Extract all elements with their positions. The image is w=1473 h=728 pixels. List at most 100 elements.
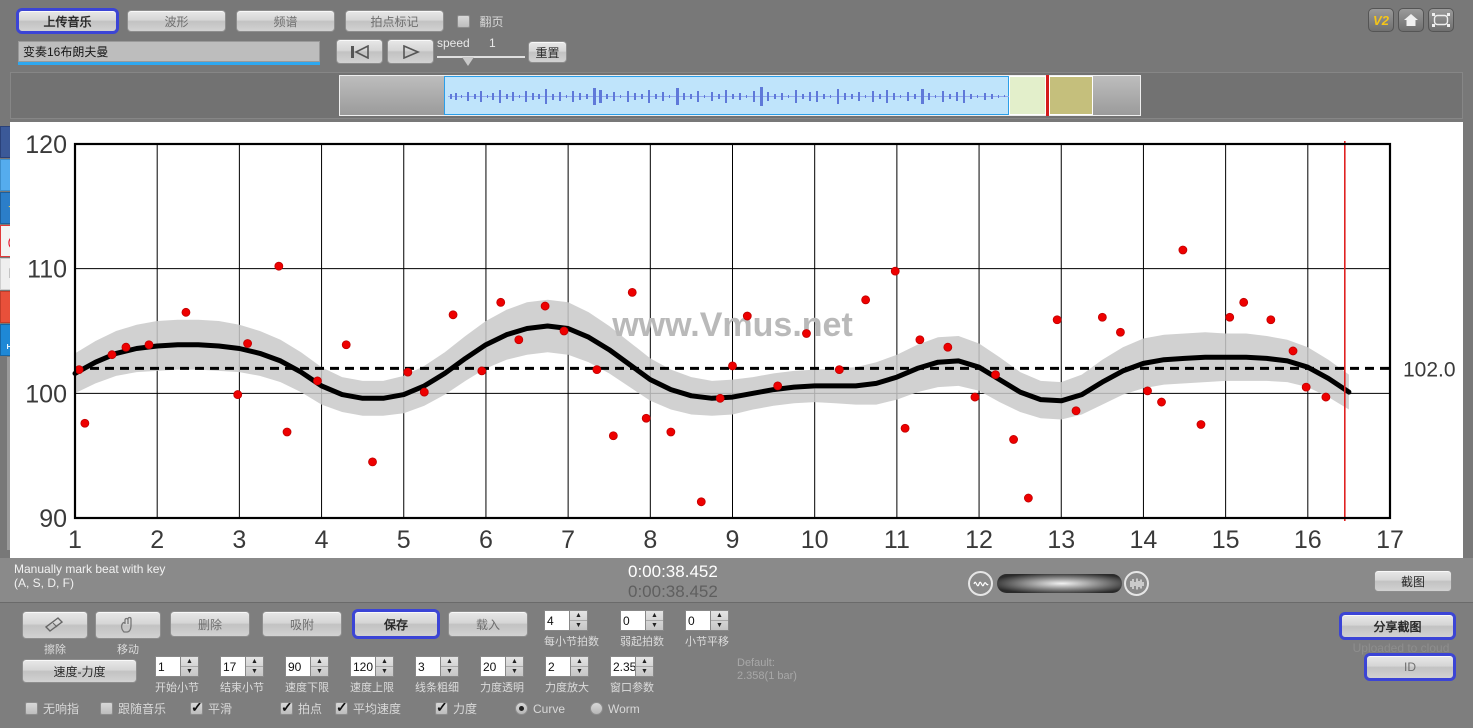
spin-down-icon[interactable]: ▼ <box>506 667 523 676</box>
spin-up-icon[interactable]: ▲ <box>246 657 263 667</box>
spin-down-icon[interactable]: ▼ <box>441 667 458 676</box>
move-tool[interactable]: 移动 <box>95 611 161 657</box>
spin-down-icon[interactable]: ▼ <box>181 667 198 676</box>
beat-point-27[interactable] <box>715 393 725 403</box>
beat-point-43[interactable] <box>1071 406 1081 416</box>
beat-point-17[interactable] <box>496 297 506 307</box>
beat-point-2[interactable] <box>107 350 117 360</box>
range-spinner-4[interactable]: ▲▼ <box>415 656 459 677</box>
beat-point-45[interactable] <box>1116 327 1125 337</box>
measure-spinner-0[interactable]: ▲▼ <box>544 610 588 631</box>
beat-point-40[interactable] <box>1009 435 1018 444</box>
tempo-dynamics-button[interactable]: 速度-力度 <box>22 659 137 683</box>
spin-up-icon[interactable]: ▲ <box>181 657 198 667</box>
erase-button[interactable] <box>22 611 88 639</box>
beat-point-47[interactable] <box>1157 397 1166 407</box>
filename-input[interactable] <box>18 41 320 62</box>
screenshot-button[interactable]: 截图 <box>1374 570 1452 592</box>
move-button[interactable] <box>95 611 161 639</box>
range-arrows-6[interactable]: ▲ ▼ <box>570 656 589 677</box>
option-checkbox-2[interactable] <box>190 700 203 716</box>
beat-point-22[interactable] <box>608 431 618 441</box>
spin-up-icon[interactable]: ▲ <box>636 657 653 667</box>
spin-up-icon[interactable]: ▲ <box>376 657 393 667</box>
display-mode-0[interactable]: Curve <box>515 700 565 718</box>
beat-point-34[interactable] <box>890 266 900 276</box>
beat-point-23[interactable] <box>627 287 637 297</box>
beat-point-19[interactable] <box>540 301 550 311</box>
beat-point-50[interactable] <box>1225 312 1235 322</box>
beat-point-15[interactable] <box>448 310 458 320</box>
erase-tool[interactable]: 擦除 <box>22 611 88 657</box>
beat-point-9[interactable] <box>282 427 292 437</box>
tempo-chart[interactable]: 102.0www.Vmus.net901001101201 2 3 4 5 6 7 8 9 10 1… <box>10 122 1463 558</box>
range-arrows-4[interactable]: ▲ ▼ <box>440 656 459 677</box>
beat-point-31[interactable] <box>802 329 811 338</box>
spin-down-icon[interactable]: ▼ <box>646 621 663 630</box>
beat-point-37[interactable] <box>943 342 953 352</box>
volume-control[interactable] <box>968 571 1149 597</box>
option-0[interactable]: 无响指 <box>25 700 79 718</box>
measure-arrows-0[interactable]: ▲ ▼ <box>569 610 588 631</box>
spin-up-icon[interactable]: ▲ <box>311 657 328 667</box>
range-arrows-7[interactable]: ▲ ▼ <box>635 656 654 677</box>
beat-point-29[interactable] <box>742 311 752 321</box>
display-mode-radio-1[interactable] <box>590 702 603 716</box>
beat-point-0[interactable] <box>74 365 84 375</box>
option-checkbox-3[interactable] <box>280 700 293 716</box>
beat-point-52[interactable] <box>1266 315 1276 325</box>
range-spinner-2[interactable]: ▲▼ <box>285 656 329 677</box>
option-checkbox-5[interactable] <box>435 700 448 716</box>
spin-down-icon[interactable]: ▼ <box>571 667 588 676</box>
waveform-strip[interactable] <box>10 72 1463 119</box>
beat-point-53[interactable] <box>1288 346 1298 356</box>
beat-point-14[interactable] <box>419 387 429 397</box>
delete-button[interactable]: 删除 <box>170 611 250 637</box>
beat-point-33[interactable] <box>861 295 871 305</box>
range-arrows-0[interactable]: ▲ ▼ <box>180 656 199 677</box>
option-checkbox-1[interactable] <box>100 702 113 716</box>
beat-point-32[interactable] <box>834 365 844 375</box>
option-2[interactable]: 平滑 <box>190 700 232 718</box>
range-arrows-1[interactable]: ▲ ▼ <box>245 656 264 677</box>
measure-spinner-2[interactable]: ▲▼ <box>685 610 729 631</box>
display-mode-radio-0[interactable] <box>515 702 528 716</box>
range-spinner-5[interactable]: ▲▼ <box>480 656 524 677</box>
speed-slider-track[interactable] <box>437 56 525 58</box>
waveform-button[interactable]: 波形 <box>127 10 226 32</box>
waveform-track[interactable] <box>339 75 1141 116</box>
spin-up-icon[interactable]: ▲ <box>506 657 523 667</box>
beat-point-8[interactable] <box>274 261 284 271</box>
beat-point-16[interactable] <box>477 366 487 376</box>
page-turn-checkbox[interactable] <box>457 15 470 29</box>
rewind-button[interactable] <box>336 39 383 64</box>
range-arrows-3[interactable]: ▲ ▼ <box>375 656 394 677</box>
beat-point-24[interactable] <box>641 413 651 423</box>
beat-point-30[interactable] <box>773 381 783 391</box>
spin-up-icon[interactable]: ▲ <box>646 611 663 621</box>
range-spinner-1[interactable]: ▲▼ <box>220 656 264 677</box>
volume-min-icon[interactable] <box>968 571 993 596</box>
volume-slider-track[interactable] <box>997 574 1122 593</box>
reset-button[interactable]: 重置 <box>528 41 567 63</box>
load-button[interactable]: 载入 <box>448 611 528 637</box>
option-4[interactable]: 平均速度 <box>335 700 401 718</box>
beat-point-18[interactable] <box>514 335 524 345</box>
beat-point-54[interactable] <box>1301 382 1311 392</box>
save-button[interactable]: 保存 <box>352 609 440 639</box>
beat-point-10[interactable] <box>313 376 322 386</box>
beat-point-3[interactable] <box>121 342 131 352</box>
beat-point-51[interactable] <box>1239 297 1249 307</box>
spin-up-icon[interactable]: ▲ <box>571 657 588 667</box>
beat-point-36[interactable] <box>915 335 925 345</box>
snap-button[interactable]: 吸附 <box>262 611 342 637</box>
beat-point-21[interactable] <box>592 365 602 375</box>
beat-point-38[interactable] <box>970 392 980 402</box>
share-screenshot-button[interactable]: 分享截图 <box>1339 612 1456 640</box>
spin-up-icon[interactable]: ▲ <box>570 611 587 621</box>
spin-down-icon[interactable]: ▼ <box>246 667 263 676</box>
beat-point-25[interactable] <box>666 427 676 437</box>
range-arrows-2[interactable]: ▲ ▼ <box>310 656 329 677</box>
range-spinner-3[interactable]: ▲▼ <box>350 656 394 677</box>
beat-point-48[interactable] <box>1178 245 1188 255</box>
